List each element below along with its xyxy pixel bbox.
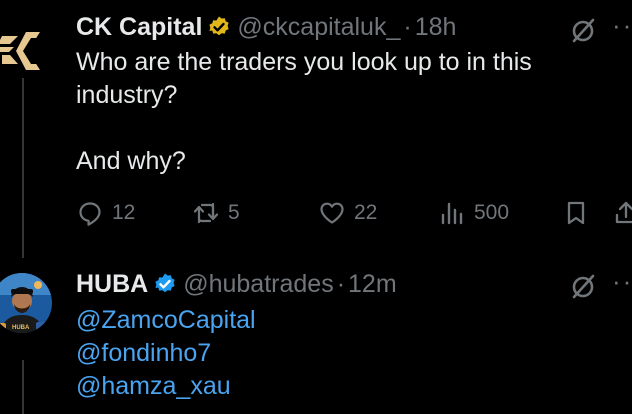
ck-capital-avatar[interactable] xyxy=(0,26,48,76)
author-handle[interactable]: @hubatrades xyxy=(183,270,333,299)
blue-verified-badge-icon[interactable] xyxy=(153,272,177,296)
mention-link[interactable]: @fondinho7 xyxy=(76,337,256,370)
author-name[interactable]: HUBA xyxy=(76,270,148,299)
tweet-ck-capital[interactable]: CK Capital @ckcapitaluk_ · 18h ·· Who ar… xyxy=(0,0,632,250)
huba-profile-picture: HUBA xyxy=(0,273,52,333)
grok-icon[interactable] xyxy=(568,272,598,302)
like-count: 22 xyxy=(354,201,378,224)
tweet2-header: HUBA @hubatrades · 12m xyxy=(76,270,397,298)
reply-icon xyxy=(79,202,101,226)
more-options-icon[interactable]: ·· xyxy=(612,10,632,41)
heart-icon xyxy=(320,202,344,224)
reply-count: 12 xyxy=(112,201,136,224)
ck-logo-icon xyxy=(0,32,40,70)
tweet-huba[interactable]: HUBA HUBA @hubatrades · 12m ·· @ZamcoCap… xyxy=(0,250,632,414)
bookmark-icon xyxy=(567,201,585,225)
mention-list: @ZamcoCapital @fondinho7 @hamza_xau xyxy=(76,304,256,403)
author-name[interactable]: CK Capital xyxy=(76,13,202,42)
mention-link[interactable]: @hamza_xau xyxy=(76,370,256,403)
repost-button[interactable]: 5 xyxy=(192,198,240,228)
avatar-caption: HUBA xyxy=(12,325,30,331)
like-button[interactable]: 22 xyxy=(318,198,377,228)
tweet1-header: CK Capital @ckcapitaluk_ · 18h xyxy=(76,13,456,41)
grok-icon[interactable] xyxy=(568,16,598,46)
tweet-text: Who are the traders you look up to in th… xyxy=(76,48,532,175)
header-separator: · xyxy=(336,269,346,298)
timestamp[interactable]: 12m xyxy=(348,270,397,299)
huba-avatar[interactable]: HUBA xyxy=(0,273,52,333)
mention-link[interactable]: @ZamcoCapital xyxy=(76,304,256,337)
views-icon xyxy=(441,202,463,225)
views-button[interactable]: 500 xyxy=(438,198,509,228)
share-icon xyxy=(615,201,632,224)
gold-verified-badge-icon[interactable] xyxy=(207,15,231,39)
reply-button[interactable]: 12 xyxy=(76,198,135,228)
more-options-icon[interactable]: ·· xyxy=(612,266,632,297)
repost-icon xyxy=(193,202,219,224)
tweet-actions: 12 5 22 500 xyxy=(76,198,632,228)
author-handle[interactable]: @ckcapitaluk_ xyxy=(237,13,400,42)
share-button[interactable] xyxy=(612,198,632,228)
view-count: 500 xyxy=(474,201,510,224)
bookmark-button[interactable] xyxy=(562,198,598,228)
timestamp[interactable]: 18h xyxy=(415,13,457,42)
header-separator: · xyxy=(403,12,412,41)
repost-count: 5 xyxy=(228,201,240,224)
